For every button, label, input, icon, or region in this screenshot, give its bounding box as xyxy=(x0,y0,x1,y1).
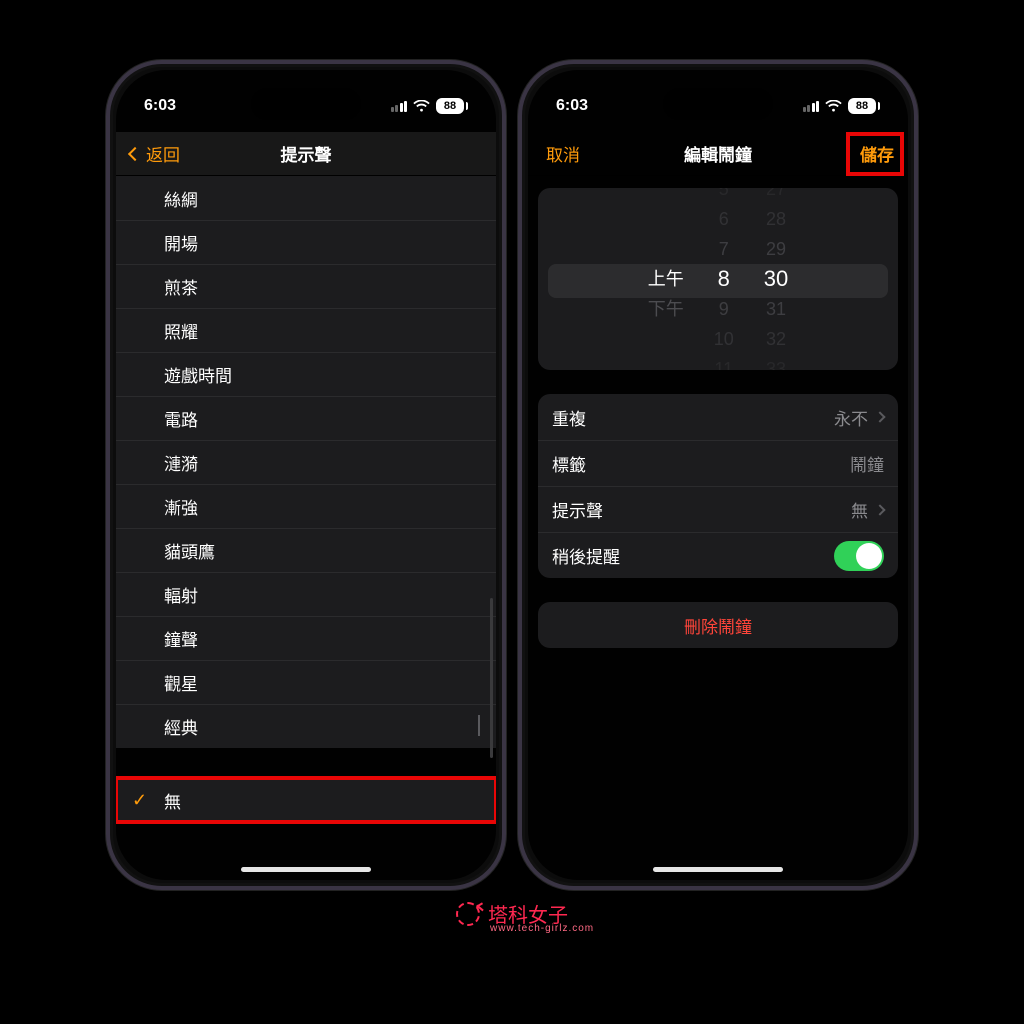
sound-row[interactable]: 遊戲時間 xyxy=(116,352,496,396)
wifi-icon xyxy=(825,100,842,112)
home-indicator[interactable] xyxy=(241,867,371,872)
dynamic-island xyxy=(663,88,773,120)
sound-row[interactable]: 鐘聲 xyxy=(116,616,496,660)
chevron-right-icon xyxy=(874,411,885,422)
sound-row[interactable]: 觀星 xyxy=(116,660,496,704)
time-picker[interactable]: ··· 上午 下午 ·· 5 6 7 8 9 10 11 xyxy=(538,188,898,370)
row-repeat[interactable]: 重複 永不 xyxy=(538,394,898,440)
chevron-right-icon xyxy=(874,504,885,515)
sound-row-none[interactable]: ✓ 無 xyxy=(116,778,496,822)
dynamic-island xyxy=(251,88,361,120)
back-button[interactable]: 返回 xyxy=(130,141,180,166)
sound-list: 絲綢 開場 煎茶 照耀 遊戲時間 電路 漣漪 漸強 貓頭鷹 輻射 鐘聲 觀星 經… xyxy=(116,176,496,748)
row-snooze[interactable]: 稍後提醒 xyxy=(538,532,898,578)
sound-row[interactable]: 貓頭鷹 xyxy=(116,528,496,572)
picker-hour[interactable]: 5 6 7 8 9 10 11 xyxy=(714,188,734,370)
sound-row[interactable]: 開場 xyxy=(116,220,496,264)
picker-minute[interactable]: 27 28 29 30 31 32 33 xyxy=(764,188,788,370)
sound-row[interactable]: 照耀 xyxy=(116,308,496,352)
alarm-settings: 重複 永不 標籤 鬧鐘 提示聲 無 稍後提醒 xyxy=(538,394,898,578)
check-icon: ✓ xyxy=(132,790,147,811)
snooze-toggle[interactable] xyxy=(834,541,884,571)
picker-ampm[interactable]: ··· 上午 下午 ·· xyxy=(648,188,684,370)
save-button[interactable]: 儲存 xyxy=(860,141,894,166)
sound-row[interactable]: 漣漪 xyxy=(116,440,496,484)
signal-icon xyxy=(803,101,820,112)
battery-icon: 88 xyxy=(436,98,468,114)
status-time: 6:03 xyxy=(144,97,176,115)
phone-left: 6:03 88 返回 提示聲 絲綢 開場 煎茶 xyxy=(106,60,506,890)
signal-icon xyxy=(391,101,408,112)
battery-icon: 88 xyxy=(848,98,880,114)
watermark-icon xyxy=(456,902,480,926)
home-indicator[interactable] xyxy=(653,867,783,872)
chevron-left-icon xyxy=(128,146,142,160)
sound-row[interactable]: 漸強 xyxy=(116,484,496,528)
status-time: 6:03 xyxy=(556,97,588,115)
back-label: 返回 xyxy=(146,141,180,166)
sound-row[interactable]: 煎茶 xyxy=(116,264,496,308)
watermark-url: www.tech-girlz.com xyxy=(490,923,594,934)
wifi-icon xyxy=(413,100,430,112)
nav-bar: 返回 提示聲 xyxy=(116,132,496,176)
page-title: 編輯鬧鐘 xyxy=(684,141,752,166)
sound-row[interactable]: 絲綢 xyxy=(116,176,496,220)
sound-row[interactable]: 電路 xyxy=(116,396,496,440)
scrollbar[interactable] xyxy=(490,598,493,758)
nav-bar: 取消 編輯鬧鐘 儲存 xyxy=(528,132,908,176)
watermark: 塔科女子 www.tech-girlz.com xyxy=(456,899,568,928)
cancel-button[interactable]: 取消 xyxy=(546,141,580,166)
page-title: 提示聲 xyxy=(281,141,332,166)
sound-row[interactable]: 輻射 xyxy=(116,572,496,616)
sound-row-classic[interactable]: 經典 xyxy=(116,704,496,748)
delete-alarm-button[interactable]: 刪除鬧鐘 xyxy=(538,602,898,648)
chevron-right-icon xyxy=(478,715,480,736)
phone-right: 6:03 88 取消 編輯鬧鐘 儲存 xyxy=(518,60,918,890)
none-label: 無 xyxy=(164,788,181,813)
row-sound[interactable]: 提示聲 無 xyxy=(538,486,898,532)
row-label[interactable]: 標籤 鬧鐘 xyxy=(538,440,898,486)
